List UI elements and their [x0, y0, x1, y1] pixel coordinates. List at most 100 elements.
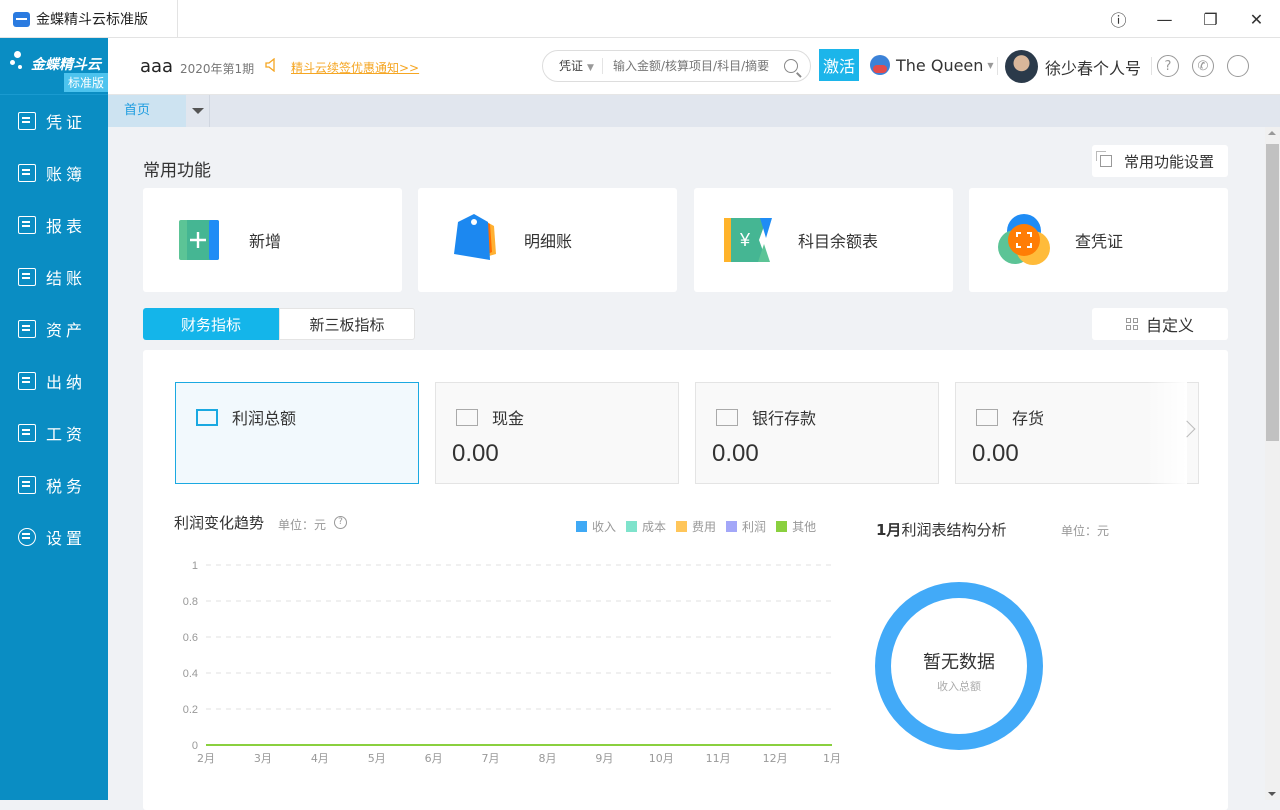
- sidebar-item-report[interactable]: 报表: [0, 199, 108, 251]
- quick-card-balance[interactable]: ¥ 科目余额表: [694, 188, 953, 292]
- chevron-down-icon: ▼: [987, 60, 994, 70]
- customize-button[interactable]: 自定义: [1092, 308, 1228, 340]
- app-tab[interactable]: 金蝶精斗云标准版: [0, 0, 178, 38]
- metric-label: 银行存款: [752, 409, 817, 428]
- yuan-icon: ¥: [724, 218, 772, 262]
- legend-item[interactable]: 利润: [726, 518, 766, 535]
- profit-icon: [196, 408, 218, 426]
- search-icon[interactable]: [784, 59, 798, 73]
- close-button[interactable]: ✕: [1234, 0, 1279, 38]
- structure-title-text: 利润表结构分析: [901, 521, 1007, 539]
- sidebar-item-salary[interactable]: 工资: [0, 407, 108, 459]
- carousel-fade: [1147, 382, 1187, 484]
- structure-chart-title: 1月利润表结构分析: [876, 519, 1006, 540]
- legend-swatch: [726, 521, 738, 532]
- sidebar-item-asset[interactable]: 资产: [0, 303, 108, 355]
- legend-swatch: [576, 521, 587, 532]
- trend-chart-title: 利润变化趋势: [174, 514, 265, 532]
- search-type-select[interactable]: 凭证 ▼: [543, 58, 603, 74]
- help-icon[interactable]: ?: [334, 516, 347, 529]
- tab-home[interactable]: 首页: [108, 95, 186, 127]
- donut-chart: 暂无数据 收入总额: [875, 582, 1043, 750]
- sidebar-item-ledger[interactable]: 账簿: [0, 147, 108, 199]
- legend-item[interactable]: 其他: [776, 518, 816, 535]
- quick-card-label: 查凭证: [1075, 232, 1124, 251]
- search-type-value: 凭证: [559, 59, 584, 73]
- sidebar-item-label: 结账: [46, 269, 87, 288]
- tab-financial-indicators[interactable]: 财务指标: [143, 308, 279, 340]
- org-switcher[interactable]: The Queen ▼: [870, 55, 994, 75]
- sidebar-item-checkout[interactable]: 结账: [0, 251, 108, 303]
- sidebar-item-settings[interactable]: 设置: [0, 511, 108, 563]
- user-avatar: [1005, 50, 1038, 83]
- quick-card-add[interactable]: 新增: [143, 188, 402, 292]
- structure-month: 1月: [876, 521, 902, 539]
- cashier-icon: [18, 372, 36, 390]
- speaker-icon: [265, 58, 275, 72]
- sidebar-item-label: 凭证: [46, 113, 87, 132]
- customize-label: 自定义: [1145, 316, 1194, 335]
- grid-icon: [1125, 317, 1139, 331]
- sidebar-item-voucher[interactable]: 凭证: [0, 95, 108, 147]
- x-tick-label: 5月: [368, 752, 386, 765]
- x-tick-label: 12月: [763, 752, 788, 765]
- quick-card-query-voucher[interactable]: 查凭证: [969, 188, 1228, 292]
- minimize-button[interactable]: —: [1142, 0, 1187, 38]
- tab-neeq-indicators[interactable]: 新三板指标: [279, 308, 415, 340]
- scan-icon: [998, 214, 1050, 265]
- sidebar-item-label: 税务: [46, 477, 87, 496]
- info-icon[interactable]: ⓘ: [1096, 0, 1141, 38]
- scroll-up-icon[interactable]: [1268, 131, 1276, 135]
- sidebar-item-tax[interactable]: 税务: [0, 459, 108, 511]
- bank-card-icon: [716, 408, 738, 426]
- renewal-notice-link[interactable]: 精斗云续签优惠通知>>: [291, 59, 419, 76]
- sidebar-item-label: 报表: [46, 217, 87, 236]
- quick-settings-button[interactable]: 常用功能设置: [1092, 145, 1228, 177]
- sidebar-item-label: 工资: [46, 425, 87, 444]
- scroll-down-icon[interactable]: [1268, 792, 1276, 796]
- activate-button[interactable]: 激活: [819, 49, 859, 81]
- metric-card-total-profit[interactable]: 利润总额: [175, 382, 419, 484]
- sidebar-item-cashier[interactable]: 出纳: [0, 355, 108, 407]
- metric-card-bank-deposit[interactable]: 银行存款 0.00: [695, 382, 939, 484]
- gear-icon: [18, 528, 36, 546]
- shirt-icon[interactable]: [1227, 55, 1249, 77]
- search-input[interactable]: [613, 59, 783, 73]
- metric-value: 0.00: [972, 440, 1019, 467]
- tax-icon: [18, 476, 36, 494]
- help-icon[interactable]: ?: [1157, 55, 1179, 77]
- scrollbar-thumb[interactable]: [1266, 144, 1279, 441]
- restore-button[interactable]: ❐: [1188, 0, 1233, 38]
- y-tick-label: 0.8: [183, 596, 198, 608]
- indicator-tabs: 财务指标 新三板指标: [143, 308, 415, 340]
- phone-icon[interactable]: ✆: [1192, 55, 1214, 77]
- accounting-period: 2020年第1期: [180, 62, 255, 76]
- legend-label: 费用: [692, 520, 717, 534]
- donut-subtitle: 收入总额: [937, 680, 981, 693]
- x-tick-label: 7月: [482, 752, 500, 765]
- trend-chart-unit: 单位：元: [278, 518, 327, 532]
- metric-value: 0.00: [452, 440, 499, 467]
- brand-name: 金蝶精斗云: [31, 57, 101, 73]
- edition-badge: 标准版: [63, 73, 108, 92]
- legend-item[interactable]: 收入: [576, 518, 616, 535]
- sidebar-item-label: 资产: [46, 321, 87, 340]
- x-tick-label: 3月: [254, 752, 272, 765]
- quick-card-detail-ledger[interactable]: 明细账: [418, 188, 677, 292]
- y-tick-label: 1: [192, 560, 198, 572]
- search-box: 凭证 ▼: [542, 50, 811, 82]
- account-name[interactable]: aaa: [140, 56, 173, 77]
- metric-card-cash[interactable]: 现金 0.00: [435, 382, 679, 484]
- quick-card-label: 新增: [249, 232, 282, 251]
- tab-dropdown-button[interactable]: [186, 95, 210, 127]
- app-title: 金蝶精斗云标准版: [36, 12, 148, 28]
- user-menu[interactable]: 徐少春个人号: [1005, 50, 1141, 83]
- brand-logo[interactable]: 金蝶精斗云 标准版: [0, 38, 108, 95]
- divider: [1151, 57, 1152, 75]
- legend-label: 利润: [742, 520, 767, 534]
- legend-item[interactable]: 费用: [676, 518, 716, 535]
- sidebar-item-label: 出纳: [46, 373, 87, 392]
- legend-item[interactable]: 成本: [626, 518, 666, 535]
- x-tick-label: 6月: [425, 752, 443, 765]
- vertical-scrollbar[interactable]: [1265, 127, 1280, 800]
